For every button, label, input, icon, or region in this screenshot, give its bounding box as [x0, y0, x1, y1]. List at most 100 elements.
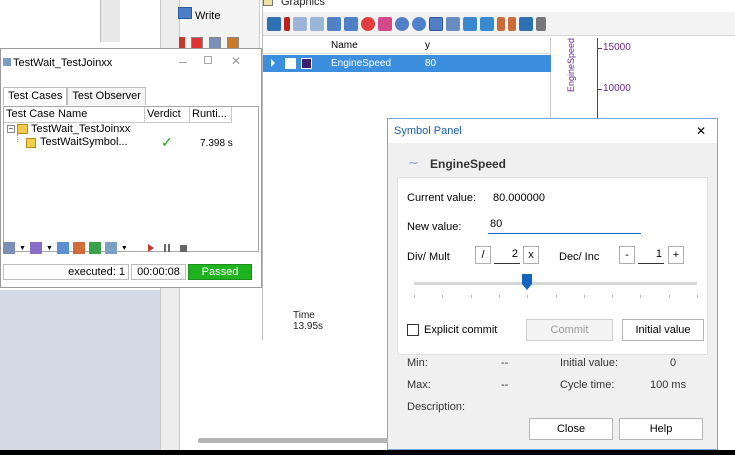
table-row[interactable]: EngineSpeed 80 [263, 55, 551, 72]
new-value-input[interactable] [488, 214, 641, 234]
current-value: 80.000000 [493, 192, 545, 204]
write-window-title: Write [195, 10, 221, 22]
commit-button[interactable]: Commit [526, 319, 613, 341]
collapse-icon[interactable]: − [7, 125, 15, 133]
y-tick [597, 89, 602, 90]
cycle-time: 100 ms [650, 379, 687, 391]
minimize-icon[interactable]: – [179, 53, 187, 69]
step-forward-icon[interactable] [508, 16, 516, 31]
pause-icon[interactable] [284, 16, 290, 31]
zoom-out-icon[interactable] [412, 16, 426, 31]
slider-ticks [414, 295, 698, 299]
layout-icon[interactable] [267, 16, 281, 31]
markers-icon[interactable] [378, 16, 392, 31]
y-tick [597, 48, 602, 49]
column-runtime[interactable]: Runti... [190, 107, 232, 123]
signal-value: 80 [425, 58, 437, 69]
edit-icon[interactable] [29, 242, 42, 254]
slider-tick [470, 295, 472, 298]
time-value: 13.95s [293, 321, 324, 332]
decinc-label: Dec/ Inc [559, 251, 600, 263]
decrement-button[interactable]: - [619, 246, 635, 264]
maximize-icon[interactable] [204, 56, 212, 64]
graphics-window-icon [263, 0, 273, 6]
pause-icon[interactable] [163, 244, 170, 252]
slider-tick [668, 295, 670, 298]
divide-button[interactable]: / [475, 246, 491, 264]
verdict-check-icon: ✓ [161, 134, 173, 150]
start-icon[interactable] [147, 244, 154, 252]
verdict-badge: Passed [188, 264, 252, 280]
filter-icon[interactable] [56, 242, 69, 254]
y-tick-label: 10000 [603, 83, 631, 94]
signal-name: EngineSpeed [331, 58, 392, 69]
current-value-label: Current value: [407, 192, 477, 204]
graph-icon[interactable] [327, 16, 341, 31]
test-window-icon [3, 58, 11, 66]
zoom-fit-icon[interactable] [429, 16, 443, 31]
refresh-icon[interactable] [72, 242, 85, 254]
new-value-label: New value: [407, 221, 462, 233]
value-slider[interactable] [414, 282, 697, 285]
multiply-button[interactable]: x [523, 246, 539, 264]
increment-button[interactable]: + [668, 246, 684, 264]
difference-cursor-icon[interactable] [480, 16, 494, 31]
slider-tick [498, 295, 500, 298]
step-back-icon[interactable] [497, 16, 505, 31]
document-icon[interactable] [104, 242, 117, 254]
close-icon[interactable]: ✕ [231, 54, 241, 68]
slider-thumb[interactable] [522, 274, 533, 290]
test-window-title: TestWait_TestJoinxx [13, 57, 113, 69]
test-tabs: Test Cases Test Observer [3, 87, 146, 105]
help-button[interactable]: Help [619, 418, 703, 440]
test-case-name[interactable]: TestWaitSymbol... [40, 136, 128, 148]
tree-line [17, 134, 18, 142]
tab-test-observer[interactable]: Test Observer [67, 87, 146, 105]
test-window-titlebar: TestWait_TestJoinxx – ✕ [1, 49, 261, 77]
symbol-name: EngineSpeed [430, 157, 507, 171]
horizontal-scrollbar[interactable] [198, 438, 388, 443]
column-verdict[interactable]: Verdict [145, 107, 190, 123]
signal-table-header: Name y [263, 38, 551, 54]
test-group-name[interactable]: TestWait_TestJoinxx [31, 123, 130, 135]
dropdown-arrow-icon[interactable]: ▼ [19, 245, 26, 252]
close-icon[interactable]: ✕ [696, 124, 706, 138]
chart-icon[interactable] [293, 16, 307, 31]
decinc-field[interactable]: 1 [638, 246, 664, 264]
slider-tick [414, 295, 415, 298]
explicit-commit-label: Explicit commit [424, 324, 498, 336]
cursor-icon[interactable] [463, 16, 477, 31]
row-expander-icon[interactable] [271, 59, 275, 67]
signal-icon[interactable] [361, 16, 375, 31]
chart-bars-icon[interactable] [310, 16, 324, 31]
column-y: y [425, 40, 430, 51]
min-label: Min: [407, 357, 428, 369]
graphics-toolbar [263, 12, 735, 36]
signal-color-swatch[interactable] [301, 58, 312, 69]
test-case-runtime: 7.398 s [200, 138, 233, 149]
slider-tick [697, 295, 698, 298]
visibility-checkbox[interactable] [285, 58, 296, 69]
zoom-in-icon[interactable] [395, 16, 409, 31]
undo-icon[interactable] [536, 16, 546, 31]
export-icon[interactable] [88, 242, 101, 254]
close-button[interactable]: Close [529, 418, 613, 440]
dropdown-arrow-icon[interactable]: ▼ [46, 245, 53, 252]
y-axis-label: EngineSpeed [566, 37, 576, 92]
measure-icon[interactable] [446, 16, 460, 31]
initial-value-button[interactable]: Initial value [622, 319, 704, 341]
stop-icon[interactable] [179, 244, 187, 252]
write-window-icon [178, 7, 192, 19]
test-case-icon [26, 138, 36, 148]
dropdown-arrow-icon[interactable]: ▼ [121, 245, 128, 252]
explicit-commit-checkbox[interactable] [407, 324, 419, 336]
max-label: Max: [407, 379, 431, 391]
test-status-bar: executed: 1 00:00:08 Passed [3, 264, 259, 280]
report-icon[interactable] [3, 242, 15, 254]
divmult-label: Div/ Mult [407, 251, 450, 263]
tab-test-cases[interactable]: Test Cases [3, 87, 68, 105]
window-icon[interactable] [519, 16, 533, 31]
divmult-field[interactable]: 2 [494, 246, 520, 264]
column-test-case-name[interactable]: Test Case Name [4, 107, 145, 123]
graph-dropdown-icon[interactable] [344, 16, 358, 31]
